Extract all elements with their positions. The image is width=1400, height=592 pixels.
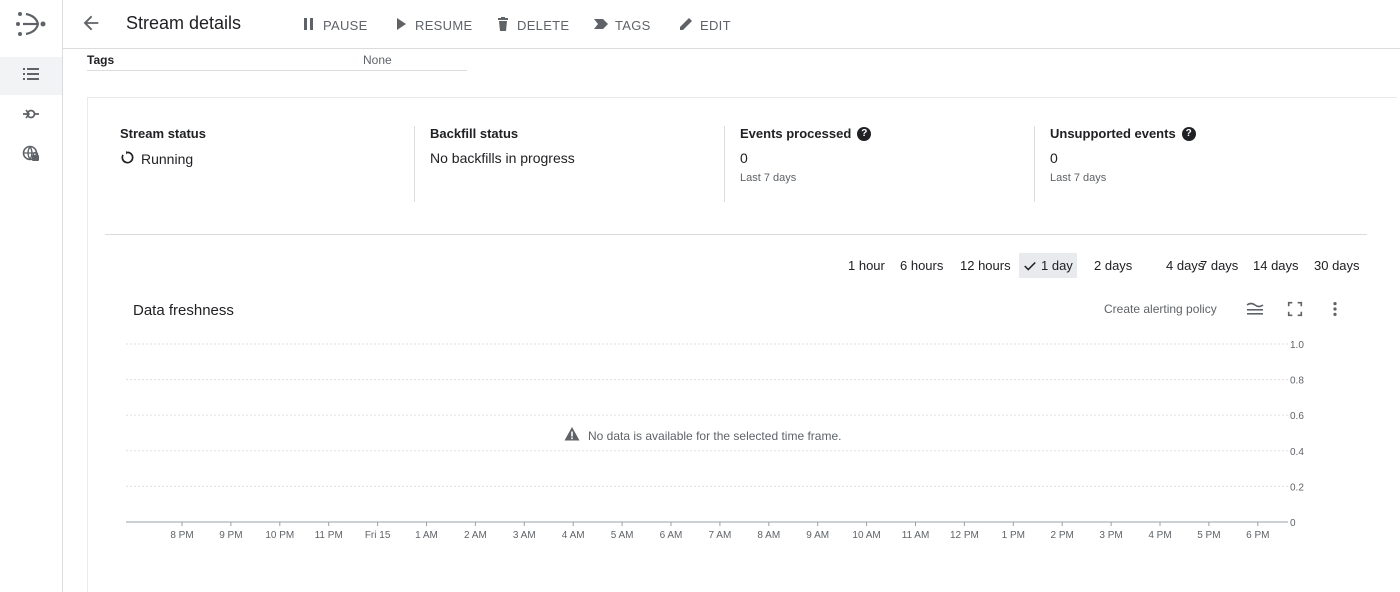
- pencil-icon: [678, 16, 694, 35]
- y-tick-label: 0.6: [1290, 411, 1304, 422]
- pause-button[interactable]: PAUSE: [301, 16, 368, 34]
- x-tick-label: 10 AM: [852, 530, 880, 541]
- tags-detail-row: Tags None: [87, 50, 467, 71]
- y-tick-label: 0: [1290, 518, 1296, 529]
- app: Stream details PAUSE RESUME DELETE TAGS …: [0, 0, 1400, 592]
- trash-icon: [495, 16, 511, 35]
- x-tick-label: 1 AM: [415, 530, 438, 541]
- y-tick-label: 1.0: [1290, 340, 1304, 351]
- pause-label: PAUSE: [323, 17, 368, 33]
- x-tick-label: 4 AM: [562, 530, 585, 541]
- edit-label: EDIT: [700, 17, 731, 33]
- x-tick-label: 6 PM: [1246, 530, 1269, 541]
- x-tick-label: 4 PM: [1148, 530, 1171, 541]
- x-tick-label: Fri 15: [365, 530, 391, 541]
- left-rail: [0, 0, 63, 592]
- streams-icon: [22, 65, 40, 88]
- label-icon: [593, 16, 609, 35]
- page-title: Stream details: [126, 13, 242, 33]
- y-tick-label: 0.8: [1290, 376, 1304, 387]
- x-tick-label: 8 PM: [170, 530, 193, 541]
- connection-profiles-icon: [22, 105, 40, 128]
- x-tick-label: 2 AM: [464, 530, 487, 541]
- x-tick-label: 1 PM: [1002, 530, 1025, 541]
- x-tick-label: 3 PM: [1099, 530, 1122, 541]
- x-tick-label: 3 AM: [513, 530, 536, 541]
- warning-icon: [564, 426, 580, 445]
- nav-streams[interactable]: [0, 57, 62, 95]
- play-icon: [393, 16, 409, 35]
- delete-button[interactable]: DELETE: [495, 16, 569, 34]
- x-tick-label: 10 PM: [265, 530, 294, 541]
- tags-detail-label: Tags: [87, 53, 115, 67]
- resume-button[interactable]: RESUME: [393, 16, 472, 34]
- x-tick-label: 12 PM: [950, 530, 979, 541]
- x-tick-label: 8 AM: [757, 530, 780, 541]
- y-tick-label: 0.2: [1290, 482, 1304, 493]
- x-tick-label: 11 PM: [315, 530, 343, 541]
- private-connectivity-icon: [22, 145, 40, 168]
- nav-private-connectivity[interactable]: [0, 137, 62, 175]
- top-bar: Stream details PAUSE RESUME DELETE TAGS …: [63, 0, 1400, 49]
- pause-icon: [301, 16, 317, 35]
- resume-label: RESUME: [415, 17, 473, 33]
- back-button[interactable]: [79, 13, 103, 37]
- no-data-text: No data is available for the selected ti…: [588, 428, 842, 443]
- y-tick-label: 0.4: [1290, 447, 1304, 458]
- tags-detail-value: None: [363, 53, 392, 67]
- arrow-back-icon: [80, 12, 102, 39]
- x-tick-label: 5 PM: [1197, 530, 1220, 541]
- tags-button[interactable]: TAGS: [593, 16, 651, 34]
- x-tick-label: 11 AM: [902, 530, 930, 541]
- x-tick-label: 2 PM: [1051, 530, 1074, 541]
- datastream-logo-icon[interactable]: [14, 10, 48, 38]
- no-data-message: No data is available for the selected ti…: [564, 426, 841, 445]
- tags-label: TAGS: [615, 17, 651, 33]
- nav-connection-profiles[interactable]: [0, 97, 62, 135]
- x-tick-label: 9 AM: [806, 530, 829, 541]
- edit-button[interactable]: EDIT: [678, 16, 731, 34]
- x-tick-label: 9 PM: [219, 530, 242, 541]
- stream-overview-card: Stream status Running Backfill status No…: [87, 97, 1397, 592]
- x-tick-label: 6 AM: [660, 530, 683, 541]
- x-tick-label: 7 AM: [709, 530, 732, 541]
- delete-label: DELETE: [517, 17, 570, 33]
- data-freshness-chart: 1.0 0.8 0.6 0.4 0.2 0 8 PM 9 PM 10 PM 11 PM Fri 15…: [126, 340, 1304, 541]
- x-tick-label: 5 AM: [611, 530, 634, 541]
